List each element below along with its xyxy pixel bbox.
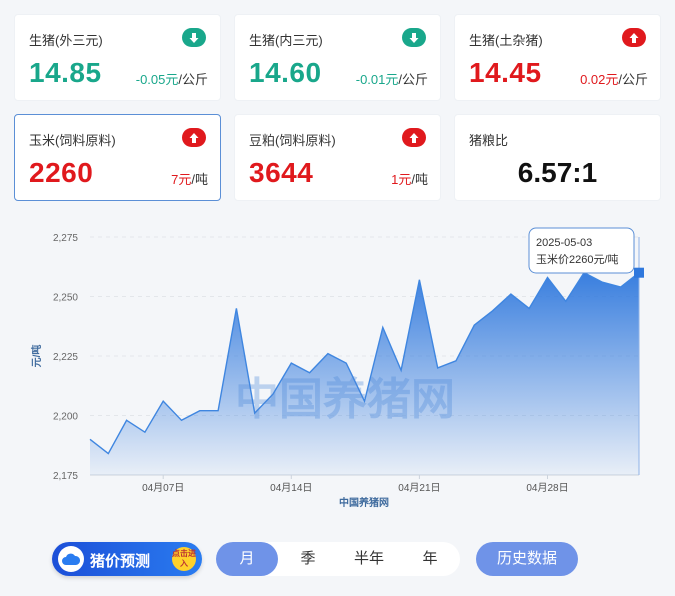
card-ratio: 6.57:1 [517, 157, 598, 188]
down-arrow-icon [182, 28, 206, 47]
x-tick-label: 04月21日 [398, 482, 440, 494]
tab-month[interactable]: 月 [216, 542, 278, 576]
price-card-pig-inner[interactable]: 生猪(内三元) 14.60 -0.01元/公斤 [234, 14, 441, 101]
x-axis-title: 中国养猪网 [339, 496, 389, 509]
card-name: 豆粕(饲料原料) [249, 133, 336, 148]
down-arrow-icon [402, 28, 426, 47]
y-tick-label: 2,250 [53, 293, 78, 304]
up-arrow-icon [182, 128, 206, 147]
tab-year[interactable]: 年 [400, 542, 460, 576]
card-price: 14.60 [249, 57, 322, 88]
card-name: 生猪(土杂猪) [469, 33, 543, 48]
up-arrow-icon [622, 28, 646, 47]
price-card-corn[interactable]: 玉米(饲料原料) 2260 7元/吨 [14, 114, 221, 201]
corn-price-chart: 2,1752,2002,2252,2502,275中国养猪网中国养猪网04月07… [30, 227, 644, 509]
x-tick-label: 04月14日 [270, 482, 312, 494]
up-arrow-icon [402, 128, 426, 147]
x-tick-label: 04月07日 [142, 482, 184, 494]
y-tick-label: 2,200 [53, 412, 78, 423]
tooltip-value: 玉米价2260元/吨 [536, 253, 619, 266]
card-change: 7元/吨 [171, 172, 208, 187]
price-card-pig-outer[interactable]: 生猪(外三元) 14.85 -0.05元/公斤 [14, 14, 221, 101]
card-change: 0.02元/公斤 [580, 72, 648, 87]
tab-half-year[interactable]: 半年 [338, 542, 400, 576]
price-area [90, 272, 639, 475]
card-price: 2260 [29, 157, 94, 188]
tooltip-box [528, 227, 635, 274]
tooltip-date: 2025-05-03 [536, 237, 592, 249]
card-name: 生猪(外三元) [29, 33, 103, 48]
period-tabs: 月 季 半年 年 [216, 542, 460, 576]
hover-point [634, 267, 644, 278]
y-axis-title: 元/吨 [30, 345, 43, 368]
card-change: -0.01元/公斤 [355, 72, 428, 87]
y-tick-label: 2,225 [53, 352, 78, 363]
enter-badge: 点击进入 [172, 547, 196, 571]
card-price: 14.85 [29, 57, 102, 88]
card-name: 生猪(内三元) [249, 33, 323, 48]
card-name: 猪粮比 [469, 133, 509, 148]
card-change: -0.05元/公斤 [135, 72, 208, 87]
price-card-soymeal[interactable]: 豆粕(饲料原料) 3644 1元/吨 [234, 114, 441, 201]
x-tick-label: 04月28日 [526, 482, 568, 494]
price-prediction-button[interactable]: 猪价预测 点击进入 [52, 542, 202, 576]
watermark-overlay: 中国养猪网 [235, 375, 455, 424]
y-tick-label: 2,175 [53, 471, 78, 482]
y-tick-label: 2,275 [53, 233, 78, 244]
price-card-pig-grain-ratio[interactable]: 猪粮比 6.57:1 [454, 114, 661, 201]
cloud-icon [58, 546, 84, 572]
card-change: 1元/吨 [391, 172, 428, 187]
prediction-label: 猪价预测 [90, 553, 151, 570]
tab-quarter[interactable]: 季 [278, 542, 338, 576]
bottom-controls: 猪价预测 点击进入 月 季 半年 年 历史数据 [0, 536, 675, 580]
card-price: 14.45 [469, 57, 542, 88]
card-name: 玉米(饲料原料) [29, 133, 116, 148]
price-card-pig-local[interactable]: 生猪(土杂猪) 14.45 0.02元/公斤 [454, 14, 661, 101]
history-data-button[interactable]: 历史数据 [476, 542, 578, 576]
card-price: 3644 [249, 157, 314, 188]
